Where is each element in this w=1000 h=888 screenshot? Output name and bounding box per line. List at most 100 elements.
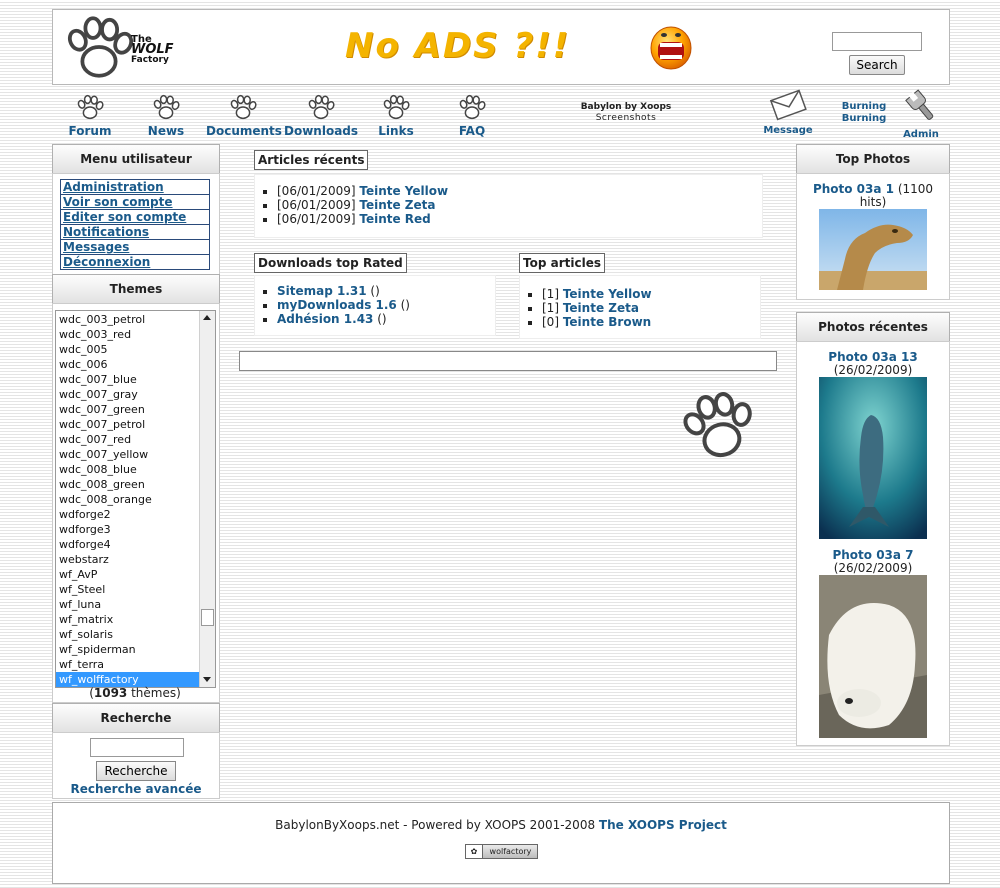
envelope-icon — [769, 89, 807, 121]
theme-option[interactable]: wdforge4 — [56, 537, 215, 552]
nav-item-downloads[interactable]: Downloads — [284, 92, 358, 138]
nav-label: News — [147, 124, 185, 138]
theme-option[interactable]: wf_terra — [56, 657, 215, 672]
theme-option[interactable]: wdc_007_blue — [56, 372, 215, 387]
paw-icon: ✿ — [466, 845, 483, 858]
theme-option[interactable]: wdc_003_petrol — [56, 312, 215, 327]
article-date: [06/01/2009] — [277, 198, 356, 212]
article-link[interactable]: Teinte Brown — [563, 315, 651, 329]
theme-option[interactable]: wf_solaris — [56, 627, 215, 642]
admin-label: Admin — [903, 129, 939, 140]
scroll-down-arrow-icon[interactable] — [203, 677, 211, 682]
theme-option[interactable]: wdc_008_blue — [56, 462, 215, 477]
theme-option[interactable]: wdc_003_red — [56, 327, 215, 342]
polar-bear-photo[interactable] — [819, 575, 927, 738]
theme-option[interactable]: wdc_008_orange — [56, 492, 215, 507]
theme-count: (1093 thèmes) — [52, 686, 218, 700]
babylon-link[interactable]: Babylon by Xoops Screenshots — [574, 102, 678, 124]
top-photos-block: Photo 03a 1 (1100 hits) — [796, 173, 950, 300]
camel-photo[interactable] — [819, 209, 927, 290]
article-link[interactable]: Teinte Yellow — [359, 184, 448, 198]
nav-item-faq[interactable]: FAQ — [454, 92, 490, 138]
xoops-project-link[interactable]: The XOOPS Project — [599, 818, 727, 832]
menu-link-voir-compte[interactable]: Voir son compte — [60, 194, 210, 209]
menu-link-notifications[interactable]: Notifications — [60, 224, 210, 239]
theme-option[interactable]: wf_spiderman — [56, 642, 215, 657]
footer-powered-text: BabylonByXoops.net - Powered by XOOPS 20… — [275, 818, 599, 832]
scroll-up-arrow-icon[interactable] — [203, 315, 211, 320]
scrollbar-thumb[interactable] — [201, 609, 214, 626]
paw-icon — [229, 94, 258, 120]
download-link[interactable]: myDownloads 1.6 — [277, 298, 397, 312]
badge-label: wolfactory — [489, 847, 532, 856]
menu-link-deconnexion[interactable]: Déconnexion — [60, 254, 210, 270]
article-link[interactable]: Teinte Yellow — [563, 287, 652, 301]
list-item: [1] Teinte Yellow — [542, 287, 760, 301]
nav-item-documents[interactable]: Documents — [206, 92, 282, 138]
article-count: [1] — [542, 301, 559, 315]
search-input[interactable] — [832, 32, 922, 51]
theme-option[interactable]: wdc_005 — [56, 342, 215, 357]
download-link[interactable]: Sitemap 1.31 — [277, 284, 367, 298]
download-suffix: () — [396, 298, 410, 312]
theme-option[interactable]: wdforge2 — [56, 507, 215, 522]
scrollbar[interactable] — [199, 311, 215, 687]
photo-link[interactable]: Photo 03a 1 — [813, 182, 894, 196]
photo-link[interactable]: Photo 03a 7 — [832, 548, 913, 562]
theme-option[interactable]: wdc_007_red — [56, 432, 215, 447]
top-articles-title: Top articles — [519, 253, 605, 273]
theme-option[interactable]: wdc_007_gray — [56, 387, 215, 402]
theme-option[interactable]: wdforge3 — [56, 522, 215, 537]
search-button[interactable]: Search — [849, 55, 905, 75]
list-item: [1] Teinte Zeta — [542, 301, 760, 315]
recherche-block: Recherche Recherche avancée — [52, 732, 220, 799]
theme-option[interactable]: wf_matrix — [56, 612, 215, 627]
message-link[interactable]: Message — [762, 86, 814, 136]
list-item: [06/01/2009] Teinte Zeta — [277, 198, 762, 212]
paw-icon — [678, 388, 758, 462]
no-ads-banner-text: No ADS ?!! — [345, 26, 571, 66]
recherche-button[interactable]: Recherche — [96, 761, 176, 781]
theme-option[interactable]: wf_wolffactory — [56, 672, 215, 687]
download-suffix: () — [366, 284, 380, 298]
photo-caption: Photo 03a 13 (26/02/2009) — [801, 351, 945, 377]
article-link[interactable]: Teinte Zeta — [359, 198, 435, 212]
theme-option[interactable]: wdc_008_green — [56, 477, 215, 492]
recherche-input[interactable] — [90, 738, 184, 757]
theme-option[interactable]: webstarz — [56, 552, 215, 567]
message-label: Message — [763, 125, 813, 136]
theme-option[interactable]: wf_AvP — [56, 567, 215, 582]
burning-link[interactable]: Burning Burning — [838, 101, 890, 125]
photo-caption-rest: (26/02/2009) — [833, 363, 913, 377]
download-link[interactable]: Adhésion 1.43 — [277, 312, 373, 326]
nav-item-forum[interactable]: Forum — [68, 92, 112, 138]
wolf-factory-logo[interactable]: The WOLF Factory — [59, 13, 189, 81]
photo-link[interactable]: Photo 03a 13 — [828, 350, 917, 364]
recherche-avancee-link[interactable]: Recherche avancée — [53, 782, 219, 796]
photos-recentes-block: Photo 03a 13 (26/02/2009) Photo 03a 7 (2… — [796, 341, 950, 746]
nav-item-links[interactable]: Links — [376, 92, 416, 138]
wolfactory-badge[interactable]: ✿ wolfactory — [465, 844, 538, 859]
theme-option[interactable]: wdc_007_petrol — [56, 417, 215, 432]
theme-option[interactable]: wdc_007_green — [56, 402, 215, 417]
theme-option[interactable]: wf_Steel — [56, 582, 215, 597]
article-link[interactable]: Teinte Zeta — [563, 301, 639, 315]
theme-count-number: 1093 — [93, 686, 128, 700]
list-item: myDownloads 1.6 () — [277, 298, 495, 312]
theme-option[interactable]: wdc_007_yellow — [56, 447, 215, 462]
admin-link[interactable]: Admin — [898, 88, 944, 140]
theme-option[interactable]: wf_luna — [56, 597, 215, 612]
menu-link-administration[interactable]: Administration — [60, 179, 210, 194]
dolphin-photo[interactable] — [819, 377, 927, 539]
menu-link-editer-compte[interactable]: Editer son compte — [60, 209, 210, 224]
theme-option[interactable]: wdc_006 — [56, 357, 215, 372]
article-link[interactable]: Teinte Red — [359, 212, 430, 226]
photo-caption-rest: (26/02/2009) — [833, 561, 913, 575]
logo-text-factory: Factory — [131, 55, 169, 65]
nav-item-news[interactable]: News — [146, 92, 186, 138]
paw-icon — [152, 94, 181, 120]
menu-link-messages[interactable]: Messages — [60, 239, 210, 254]
footer-text: BabylonByXoops.net - Powered by XOOPS 20… — [53, 818, 949, 832]
theme-select-list[interactable]: wdc_003_petrol wdc_003_red wdc_005 wdc_006 w… — [55, 310, 216, 688]
shouting-smiley-icon — [650, 26, 692, 70]
